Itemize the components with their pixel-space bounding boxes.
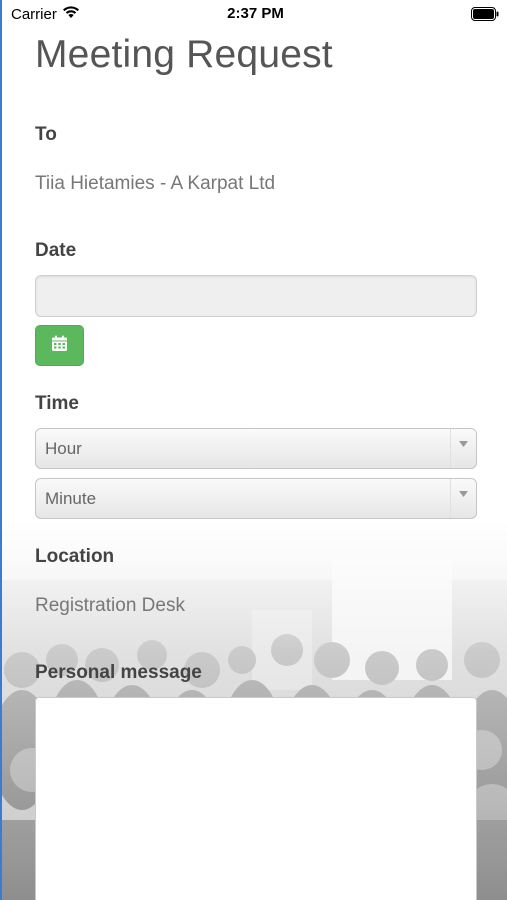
status-bar: Carrier 2:37 PM — [2, 0, 507, 28]
clock: 2:37 PM — [227, 5, 284, 22]
date-input[interactable] — [35, 275, 477, 317]
personal-message-textarea[interactable] — [35, 697, 477, 900]
chevron-down-icon — [450, 429, 476, 468]
page-title: Meeting Request — [35, 33, 333, 76]
hour-select[interactable]: Hour — [35, 428, 477, 469]
to-label: To — [35, 124, 57, 145]
location-label: Location — [35, 546, 115, 567]
calendar-icon — [51, 335, 68, 357]
hour-select-value: Hour — [45, 439, 82, 458]
meeting-request-screen: Carrier 2:37 PM Meeting Request To Tiia … — [0, 0, 507, 900]
date-label: Date — [35, 240, 77, 261]
time-label: Time — [35, 393, 80, 414]
minute-select-value: Minute — [45, 489, 97, 508]
calendar-button[interactable] — [35, 325, 84, 366]
location-value: Registration Desk — [35, 595, 185, 616]
to-recipient: Tiia Hietamies - A Karpat Ltd — [35, 173, 276, 194]
minute-select[interactable]: Minute — [35, 478, 477, 519]
chevron-down-icon — [450, 479, 476, 518]
personal-message-label: Personal message — [35, 662, 202, 683]
battery-icon — [471, 7, 499, 25]
